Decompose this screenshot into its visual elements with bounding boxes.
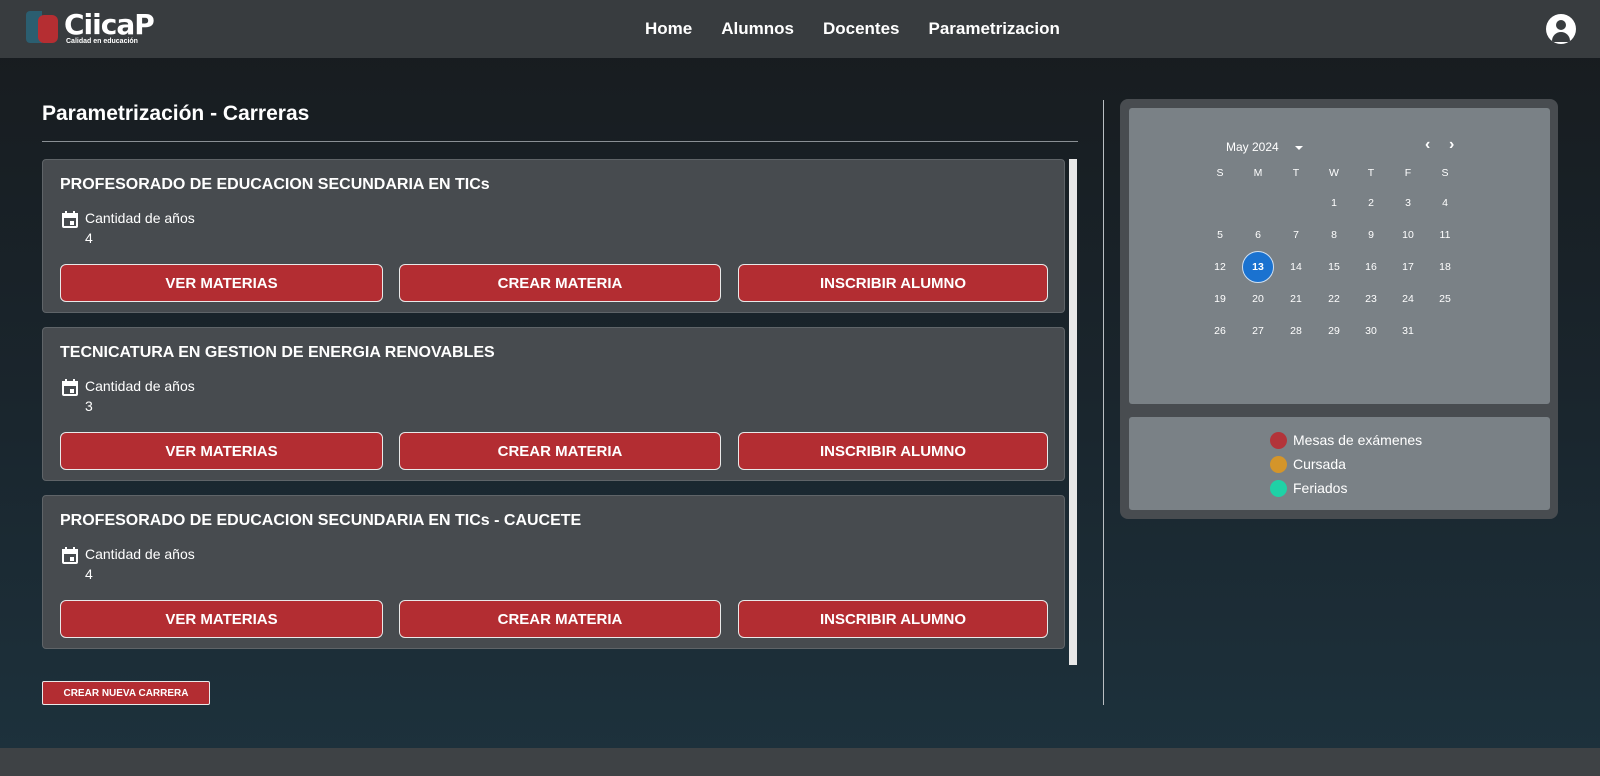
nav-item-docentes[interactable]: Docentes xyxy=(823,19,900,39)
calendar-day[interactable]: 21 xyxy=(1280,283,1312,315)
main-nav: Home Alumnos Docentes Parametrizacion xyxy=(645,0,1060,58)
calendar-day[interactable]: 25 xyxy=(1429,283,1461,315)
crear-materia-button[interactable]: CREAR MATERIA xyxy=(399,600,721,638)
legend-dot-icon xyxy=(1270,431,1287,449)
calendar-day[interactable]: 16 xyxy=(1355,251,1387,283)
brand-tagline: Calidad en educación xyxy=(66,38,138,45)
calendar-day[interactable]: 19 xyxy=(1204,283,1236,315)
brand-logo[interactable]: CiicaP Calidad en educación xyxy=(26,8,155,48)
chevron-left-icon[interactable]: ‹ xyxy=(1425,136,1430,154)
calendar-day[interactable]: 22 xyxy=(1318,283,1350,315)
nav-item-alumnos[interactable]: Alumnos xyxy=(721,19,794,39)
years-label: Cantidad de años xyxy=(85,378,195,394)
ver-materias-button[interactable]: VER MATERIAS xyxy=(60,432,383,470)
calendar-day[interactable]: 7 xyxy=(1280,219,1312,251)
legend-dot-icon xyxy=(1270,479,1287,497)
weekday-header: M xyxy=(1253,167,1263,179)
nav-item-parametrizacion[interactable]: Parametrizacion xyxy=(929,19,1060,39)
title-divider xyxy=(42,141,1078,142)
career-title: PROFESORADO DE EDUCACION SECUNDARIA EN T… xyxy=(60,176,490,193)
career-list-scrollbar[interactable] xyxy=(1069,159,1077,665)
page-footer xyxy=(0,748,1600,776)
chevron-right-icon[interactable]: › xyxy=(1449,136,1454,154)
ver-materias-button[interactable]: VER MATERIAS xyxy=(60,264,383,302)
top-navbar: CiicaP Calidad en educación Home Alumnos… xyxy=(0,0,1600,58)
calendar-day[interactable]: 15 xyxy=(1318,251,1350,283)
legend-item-feriados: Feriados xyxy=(1270,479,1347,497)
years-label: Cantidad de años xyxy=(85,546,195,562)
user-account-icon[interactable] xyxy=(1546,14,1576,44)
calendar-icon xyxy=(62,379,78,396)
weekday-header: T xyxy=(1292,167,1300,179)
calendar-day[interactable]: 20 xyxy=(1242,283,1274,315)
legend-item-mesas: Mesas de exámenes xyxy=(1270,431,1422,449)
weekday-header: T xyxy=(1367,167,1375,179)
calendar-day[interactable]: 1 xyxy=(1318,187,1350,219)
vertical-divider xyxy=(1103,100,1104,705)
legend-label: Mesas de exámenes xyxy=(1293,432,1423,448)
calendar-day[interactable]: 8 xyxy=(1318,219,1350,251)
calendar-day[interactable]: 9 xyxy=(1355,219,1387,251)
calendar-day[interactable]: 5 xyxy=(1204,219,1236,251)
weekday-header: F xyxy=(1404,167,1412,179)
calendar-day[interactable]: 2 xyxy=(1355,187,1387,219)
calendar-day[interactable]: 27 xyxy=(1242,315,1274,347)
inscribir-alumno-button[interactable]: INSCRIBIR ALUMNO xyxy=(738,600,1048,638)
calendar-month-label[interactable]: May 2024 xyxy=(1226,140,1279,154)
brand-name: CiicaP xyxy=(64,8,155,41)
legend-label: Cursada xyxy=(1293,456,1346,472)
career-title: PROFESORADO DE EDUCACION SECUNDARIA EN T… xyxy=(60,512,582,529)
legend-dot-icon xyxy=(1270,455,1287,473)
calendar-day[interactable]: 29 xyxy=(1318,315,1350,347)
calendar-day-today[interactable]: 13 xyxy=(1242,251,1274,283)
years-value: 3 xyxy=(85,398,93,414)
legend-item-cursada: Cursada xyxy=(1270,455,1346,473)
calendar-day[interactable]: 26 xyxy=(1204,315,1236,347)
career-card: PROFESORADO DE EDUCACION SECUNDARIA EN T… xyxy=(42,159,1065,313)
career-card: PROFESORADO DE EDUCACION SECUNDARIA EN T… xyxy=(42,495,1065,649)
crear-materia-button[interactable]: CREAR MATERIA xyxy=(399,264,721,302)
crear-materia-button[interactable]: CREAR MATERIA xyxy=(399,432,721,470)
calendar-day[interactable]: 31 xyxy=(1392,315,1424,347)
calendar-day[interactable]: 23 xyxy=(1355,283,1387,315)
career-title: TECNICATURA EN GESTION DE ENERGIA RENOVA… xyxy=(60,344,495,361)
years-label: Cantidad de años xyxy=(85,210,195,226)
inscribir-alumno-button[interactable]: INSCRIBIR ALUMNO xyxy=(738,432,1048,470)
calendar-day[interactable]: 14 xyxy=(1280,251,1312,283)
ver-materias-button[interactable]: VER MATERIAS xyxy=(60,600,383,638)
calendar: May 2024 ‹ › S M T W T F S 1 2 3 4 5 6 7 8 9 10 11 12 13 14 1… xyxy=(1129,108,1550,404)
logo-mark-icon xyxy=(26,11,58,45)
weekday-header: S xyxy=(1441,167,1449,179)
legend-label: Feriados xyxy=(1293,480,1348,496)
calendar-day[interactable]: 17 xyxy=(1392,251,1424,283)
calendar-day[interactable]: 10 xyxy=(1392,219,1424,251)
calendar-day[interactable]: 28 xyxy=(1280,315,1312,347)
calendar-icon xyxy=(62,547,78,564)
weekday-header: W xyxy=(1329,167,1339,179)
nav-item-home[interactable]: Home xyxy=(645,19,692,39)
calendar-day[interactable]: 12 xyxy=(1204,251,1236,283)
calendar-day[interactable]: 24 xyxy=(1392,283,1424,315)
calendar-day[interactable]: 3 xyxy=(1392,187,1424,219)
calendar-icon xyxy=(62,211,78,228)
inscribir-alumno-button[interactable]: INSCRIBIR ALUMNO xyxy=(738,264,1048,302)
page-title: Parametrización - Carreras xyxy=(42,102,310,125)
calendar-day[interactable]: 11 xyxy=(1429,219,1461,251)
weekday-header: S xyxy=(1216,167,1224,179)
calendar-day[interactable]: 30 xyxy=(1355,315,1387,347)
career-card: TECNICATURA EN GESTION DE ENERGIA RENOVA… xyxy=(42,327,1065,481)
calendar-day[interactable]: 4 xyxy=(1429,187,1461,219)
calendar-day[interactable]: 18 xyxy=(1429,251,1461,283)
calendar-legend: Mesas de exámenes Cursada Feriados xyxy=(1129,417,1550,510)
years-value: 4 xyxy=(85,566,93,582)
crear-nueva-carrera-button[interactable]: CREAR NUEVA CARRERA xyxy=(42,681,210,705)
years-value: 4 xyxy=(85,230,93,246)
calendar-day[interactable]: 6 xyxy=(1242,219,1274,251)
month-dropdown-icon[interactable] xyxy=(1295,146,1303,150)
